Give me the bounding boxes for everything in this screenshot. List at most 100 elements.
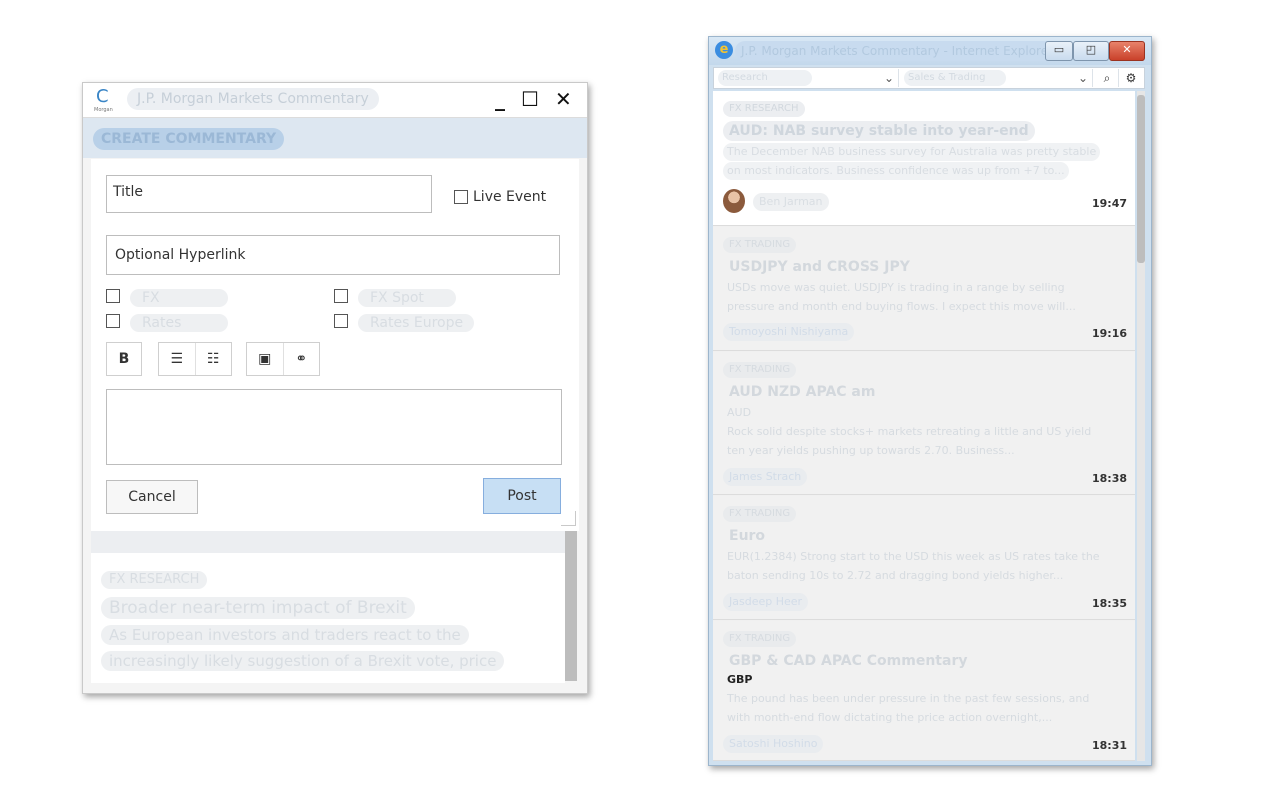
scrollbar[interactable] [565,531,577,681]
item-subtitle: GBP [727,673,753,686]
category-checkbox[interactable] [334,314,348,328]
filter-bar: Research ⌄ Sales & Trading ⌄ ⌕ ⚙ [713,67,1145,89]
item-category: FX TRADING [723,237,797,253]
scrollbar-thumb[interactable] [1137,95,1145,263]
cancel-button[interactable]: Cancel [106,480,198,514]
item-category: FX RESEARCH [101,571,208,589]
sales-trading-dropdown[interactable]: Sales & Trading ⌄ [902,69,1093,87]
item-category: FX RESEARCH [723,101,805,117]
feed-header-strip [91,531,565,553]
category-label: Rates Europe [358,314,474,332]
item-excerpt-line: The pound has been under pressure in the… [727,692,1090,705]
post-button[interactable]: Post [483,478,561,514]
item-title: Euro [729,528,766,544]
item-category: FX TRADING [723,506,797,522]
item-title: GBP & CAD APAC Commentary [729,653,968,669]
markets-commentary-ie-window: e J.P. Morgan Markets Commentary - Inter… [708,36,1152,766]
gear-icon[interactable]: ⚙ [1120,69,1142,87]
item-excerpt-line: EUR(1.2384) Strong start to the USD this… [727,550,1100,563]
item-excerpt-line: Rock solid despite stocks+ markets retre… [727,425,1092,438]
restore-button[interactable]: ◰ [1073,41,1109,61]
live-event-label: Live Event [473,188,547,205]
bold-button[interactable]: B [107,343,141,375]
item-excerpt-line: increasingly likely suggestion of a Brex… [101,651,505,671]
item-category: FX TRADING [723,631,797,647]
category-checkbox[interactable] [334,289,348,303]
left-title-bar: C Morgan J.P. Morgan Markets Commentary … [83,83,587,118]
item-author[interactable]: Tomoyoshi Nishiyama [723,323,855,341]
item-excerpt-line: pressure and month end buying flows. I e… [727,300,1076,313]
title-input[interactable] [106,175,432,213]
item-time: 18:31 [1091,739,1127,752]
list-item[interactable]: FX TRADING GBP & CAD APAC Commentary GBP… [713,621,1135,761]
link-icon[interactable]: ⚭ [282,343,320,375]
item-time: 18:35 [1091,597,1127,610]
item-title: AUD NZD APAC am [729,384,876,400]
item-excerpt-line: on most indicators. Business confidence … [723,162,1069,180]
item-author[interactable]: Jasdeep Heer [723,593,809,611]
category-checkbox[interactable] [106,289,120,303]
chevron-down-icon: ⌄ [1077,71,1088,85]
format-toolbar-lists: ☰ ☷ [158,342,232,376]
background-feed-item[interactable]: FX RESEARCH Broader near-term impact of … [91,553,565,683]
logo-text: Morgan [94,107,113,113]
category-checkbox[interactable] [106,314,120,328]
item-title: Broader near-term impact of Brexit [101,597,415,619]
item-time: 19:47 [1091,197,1127,210]
search-icon[interactable]: ⌕ [1096,69,1119,87]
item-excerpt-line: ten year yields pushing up towards 2.70.… [727,444,1015,457]
section-header-bar: CREATE COMMENTARY [83,118,587,158]
item-author[interactable]: James Strach [723,468,808,486]
dropdown-value: Sales & Trading [904,70,1006,86]
live-event-toggle[interactable]: Live Event [454,186,546,205]
item-time: 18:38 [1091,472,1127,485]
list-item[interactable]: FX TRADING AUD NZD APAC am AUD Rock soli… [713,352,1135,495]
category-label: FX [130,289,228,307]
list-item[interactable]: FX TRADING Euro EUR(1.2384) Strong start… [713,496,1135,620]
section-header: CREATE COMMENTARY [93,128,285,150]
create-commentary-window: C Morgan J.P. Morgan Markets Commentary … [82,82,588,694]
item-author[interactable]: Satoshi Hoshino [723,735,824,753]
feed-scrollbar[interactable] [1137,91,1145,761]
item-excerpt-line: As European investors and traders react … [101,625,469,645]
window-title: J.P. Morgan Markets Commentary - Interne… [735,41,1060,61]
hyperlink-input[interactable] [106,235,560,275]
item-excerpt-line: baton sending 10s to 2.72 and dragging b… [727,569,1064,582]
minimize-button[interactable]: _ [495,87,505,111]
list-item[interactable]: FX TRADING USDJPY and CROSS JPY USDs mov… [713,227,1135,351]
internet-explorer-icon: e [715,41,733,59]
commentary-form: Live Event FX Rates FX Spot Rates Europe… [91,159,579,531]
close-button[interactable]: ✕ [555,87,572,111]
image-icon[interactable]: ▣ [247,343,283,375]
chevron-down-icon: ⌄ [883,71,894,85]
category-label: Rates [130,314,228,332]
item-excerpt-line: with month-end flow dictating the price … [727,711,1053,724]
window-title: J.P. Morgan Markets Commentary [127,88,379,110]
format-toolbar-bold: B [106,342,142,376]
close-button[interactable]: ✕ [1109,41,1145,61]
dropdown-value: Research [718,70,812,86]
item-category: FX TRADING [723,362,797,378]
item-author[interactable]: Ben Jarman [753,193,829,211]
commentary-feed: FX RESEARCH AUD: NAB survey stable into … [713,91,1135,761]
item-title: USDJPY and CROSS JPY [729,259,910,275]
ie-title-bar: e J.P. Morgan Markets Commentary - Inter… [709,37,1151,65]
jpm-logo-icon: C Morgan [94,86,116,114]
item-excerpt-line: The December NAB business survey for Aus… [723,143,1101,161]
item-title: AUD: NAB survey stable into year-end [723,121,1035,141]
list-item[interactable]: FX RESEARCH AUD: NAB survey stable into … [713,91,1135,226]
format-toolbar-media: ▣ ⚭ [246,342,320,376]
bullet-list-icon[interactable]: ☰ [159,343,195,375]
item-excerpt-line: USDs move was quiet. USDJPY is trading i… [727,281,1065,294]
maximize-button[interactable]: ☐ [521,87,539,111]
numbered-list-icon[interactable]: ☷ [194,343,232,375]
minimize-button[interactable]: ▭ [1045,41,1073,61]
body-editor[interactable] [106,389,562,465]
item-subtitle: AUD [727,406,752,419]
resize-grip-icon[interactable] [561,511,576,526]
item-time: 19:16 [1091,327,1127,340]
logo-glyph: C [96,86,109,107]
live-event-checkbox[interactable] [454,189,468,204]
research-dropdown[interactable]: Research ⌄ [716,69,899,87]
author-avatar [723,189,745,213]
